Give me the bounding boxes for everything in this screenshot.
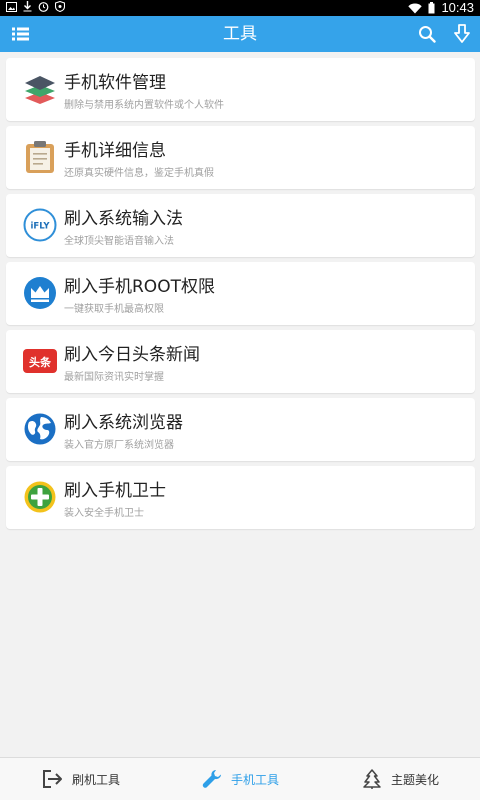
tool-item-app-manager[interactable]: 手机软件管理 删除与禁用系统内置软件或个人软件 (6, 58, 475, 121)
tree-icon (361, 768, 383, 790)
tools-list: 手机软件管理 删除与禁用系统内置软件或个人软件 手机详细信息 还原真实硬件信息，… (6, 58, 475, 534)
download-icon (23, 1, 32, 12)
download-arrow-icon (454, 24, 470, 43)
toutiao-icon: 头条 (23, 344, 57, 378)
tool-item-phone-info[interactable]: 手机详细信息 还原真实硬件信息，鉴定手机真假 (6, 126, 475, 189)
clipboard-icon (23, 140, 57, 174)
tool-title: 刷入手机卫士 (64, 481, 166, 501)
tab-label: 主题美化 (391, 772, 440, 787)
tab-label: 刷机工具 (72, 772, 121, 787)
status-bar: 10:43 (0, 0, 480, 16)
globe-icon (23, 412, 57, 446)
toutiao-icon-text: 头条 (29, 355, 52, 369)
status-left-icons (6, 1, 65, 12)
tool-title: 刷入手机ROOT权限 (64, 277, 215, 297)
wifi-icon (408, 3, 423, 13)
status-right-icons: 10:43 (408, 0, 474, 16)
layers-icon (23, 72, 57, 106)
tab-label: 手机工具 (231, 772, 280, 787)
tool-subtitle: 一键获取手机最高权限 (64, 304, 164, 315)
tool-subtitle: 删除与禁用系统内置软件或个人软件 (64, 100, 224, 111)
tool-subtitle: 装入安全手机卫士 (64, 508, 144, 519)
tool-item-input-method[interactable]: iFLY 刷入系统输入法 全球顶尖智能语音输入法 (6, 194, 475, 257)
tab-flash-tools[interactable]: 刷机工具 (42, 758, 120, 800)
status-time: 10:43 (441, 0, 474, 15)
ifly-icon-text: iFLY (31, 222, 51, 232)
flash-tool-icon (42, 768, 64, 790)
picture-icon (6, 1, 17, 12)
tool-title: 刷入今日头条新闻 (64, 345, 200, 365)
tool-item-root[interactable]: 刷入手机ROOT权限 一键获取手机最高权限 (6, 262, 475, 325)
tool-subtitle: 全球顶尖智能语音输入法 (64, 236, 174, 247)
ifly-icon: iFLY (23, 208, 57, 242)
tool-subtitle: 最新国际资讯实时掌握 (64, 372, 164, 383)
download-button[interactable] (448, 20, 476, 48)
title-bar: 工具 (0, 16, 480, 52)
tool-item-toutiao[interactable]: 头条 刷入今日头条新闻 最新国际资讯实时掌握 (6, 330, 475, 393)
tool-title: 手机详细信息 (64, 141, 166, 161)
tool-item-guard[interactable]: 刷入手机卫士 装入安全手机卫士 (6, 466, 475, 529)
alarm-icon (38, 2, 49, 12)
tool-item-browser[interactable]: 刷入系统浏览器 装入官方原厂系统浏览器 (6, 398, 475, 461)
tool-title: 刷入系统输入法 (64, 209, 183, 229)
bottom-tab-bar: 刷机工具 手机工具 主题美化 (0, 757, 480, 800)
tool-title: 手机软件管理 (64, 73, 166, 93)
tool-subtitle: 还原真实硬件信息，鉴定手机真假 (64, 168, 214, 179)
search-icon (419, 26, 436, 43)
battery-icon (428, 2, 435, 14)
shield-icon (55, 1, 65, 12)
wrench-icon (201, 768, 223, 790)
tool-title: 刷入系统浏览器 (64, 413, 183, 433)
tab-theme[interactable]: 主题美化 (361, 758, 439, 800)
360-guard-icon (23, 480, 57, 514)
search-button[interactable] (413, 20, 441, 48)
page-title: 工具 (223, 24, 257, 44)
tool-subtitle: 装入官方原厂系统浏览器 (64, 440, 174, 451)
tab-phone-tools[interactable]: 手机工具 (201, 758, 279, 800)
crown-icon (23, 276, 57, 310)
